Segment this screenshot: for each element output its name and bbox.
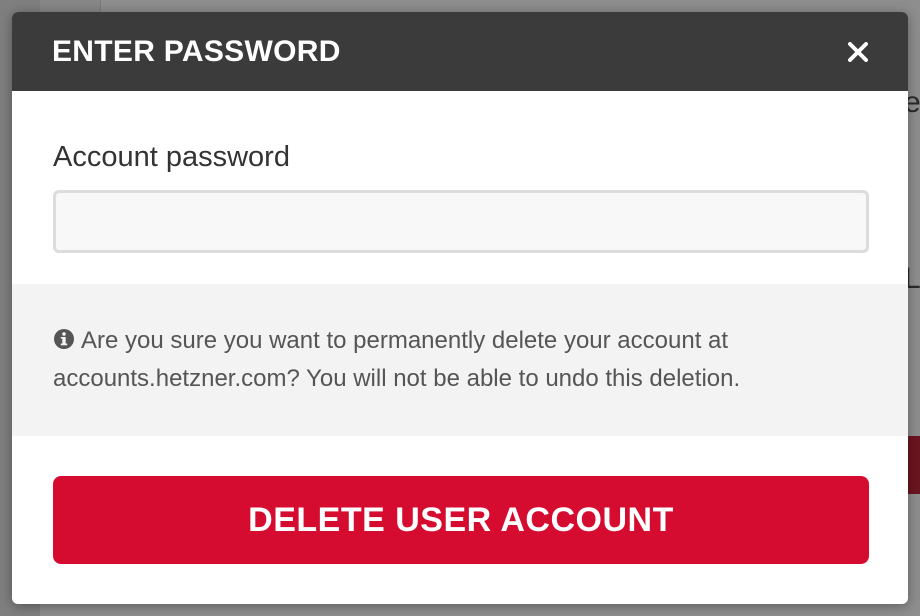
modal-footer: DELETE USER ACCOUNT [12,436,908,564]
close-icon [848,41,868,62]
delete-user-account-button[interactable]: DELETE USER ACCOUNT [53,476,869,564]
notice-text: Are you sure you want to permanently del… [53,327,741,392]
background-button-fragment [906,436,920,494]
password-modal: ENTER PASSWORD Account password Are you … [12,12,908,604]
close-button[interactable] [846,40,870,64]
password-input[interactable] [53,190,869,253]
info-icon [54,329,74,349]
modal-header: ENTER PASSWORD [12,12,908,91]
modal-body: Account password [12,91,908,284]
password-label: Account password [53,141,290,173]
modal-title: ENTER PASSWORD [52,34,341,68]
deletion-notice: Are you sure you want to permanently del… [12,284,908,436]
